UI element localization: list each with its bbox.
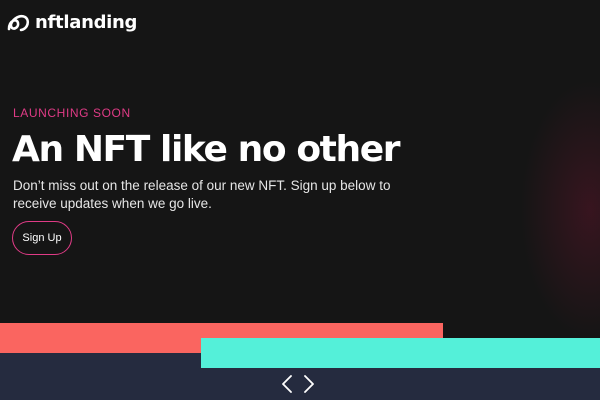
sign-up-button[interactable]: Sign Up [12,221,72,255]
chevron-right-icon[interactable] [300,373,318,395]
brand-name[interactable]: nftlanding [35,11,137,35]
launch-eyebrow: LAUNCHING SOON [13,106,131,120]
landing-page: nftlanding LAUNCHING SOON An NFT like no… [0,0,600,400]
teal-band [201,338,600,368]
hero-headline: An NFT like no other [12,129,400,170]
chevron-left-icon[interactable] [278,373,296,395]
carousel-nav [278,373,318,395]
nftlanding-logo-icon[interactable] [6,11,32,35]
site-header: nftlanding [6,11,137,35]
background-glow [520,80,600,340]
hero-description: Don’t miss out on the release of our new… [13,178,391,211]
